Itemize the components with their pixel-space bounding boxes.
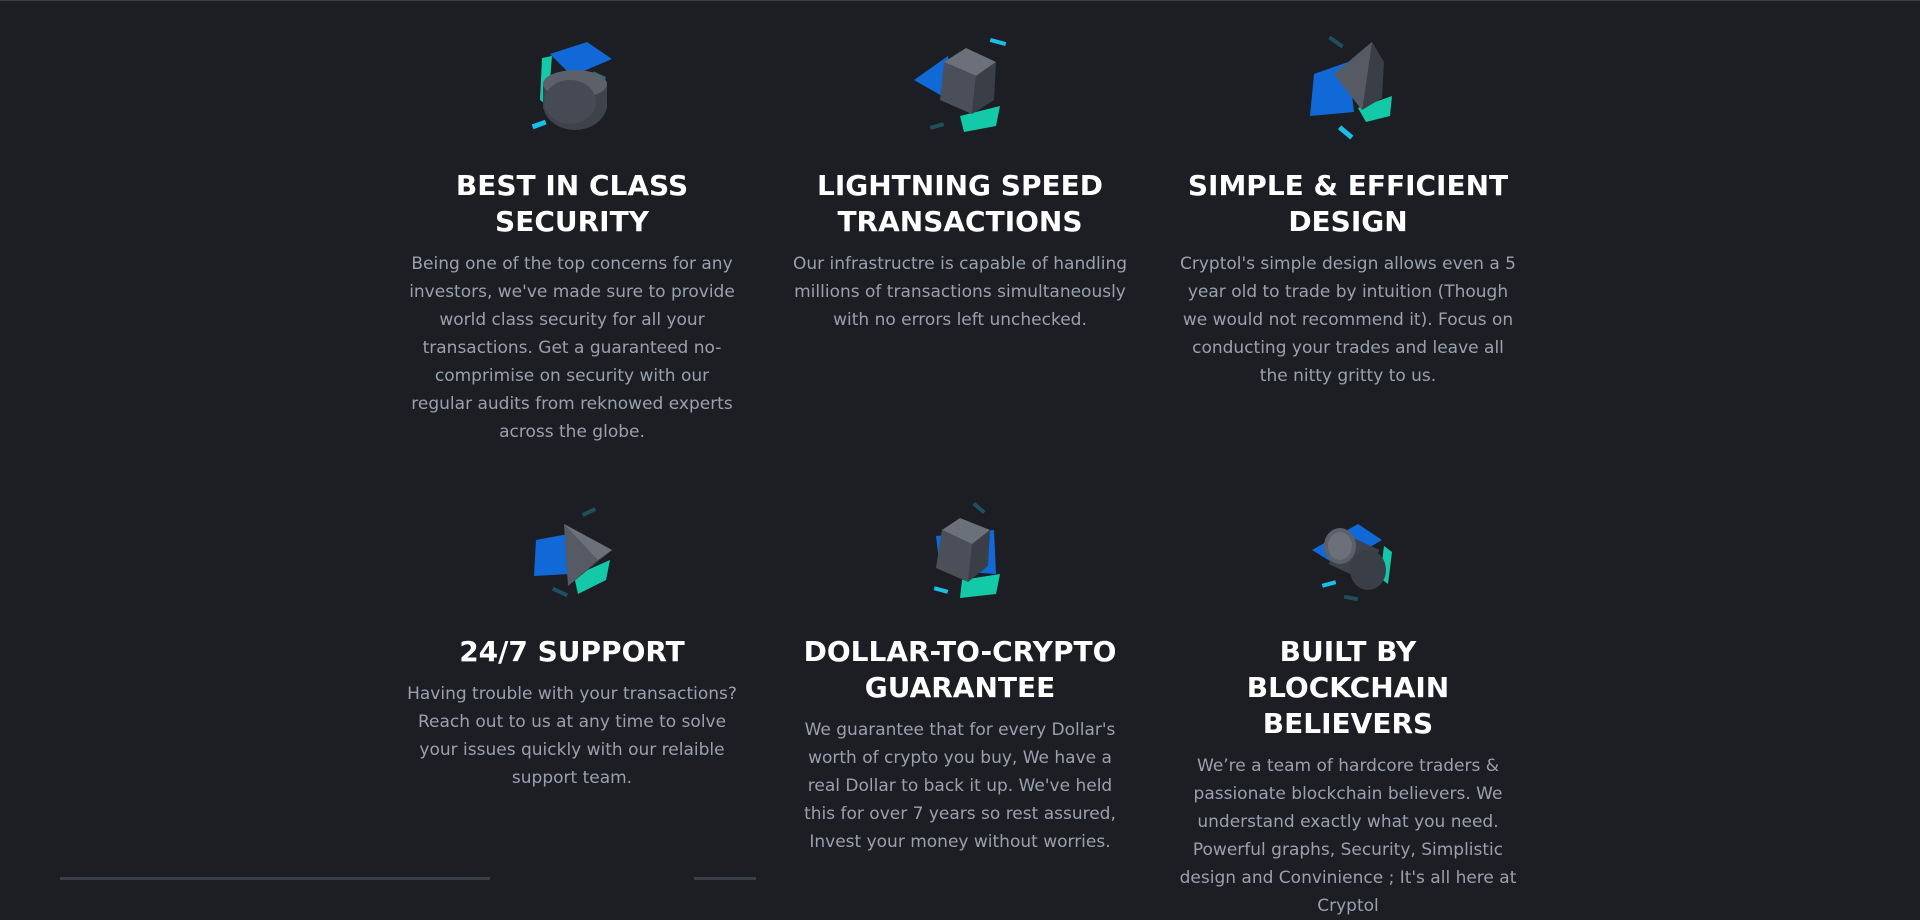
cube-icon <box>933 501 1000 598</box>
feature-support: 24/7 SUPPORT Having trouble with your tr… <box>402 500 742 792</box>
feature-title: DOLLAR-TO-CRYPTO GUARANTEE <box>803 635 1117 704</box>
feature-description: We guarantee that for every Dollar's wor… <box>804 720 1116 852</box>
feature-description: Having trouble with your transactions? R… <box>407 684 737 788</box>
feature-title: BEST IN CLASS SECURITY <box>455 169 689 238</box>
cube-icon <box>914 37 1007 132</box>
features-grid: BEST IN CLASS SECURITY Being one of the … <box>0 0 1920 916</box>
cylinder-icon <box>531 42 612 130</box>
feature-speed: LIGHTNING SPEED TRANSACTIONS Our infrast… <box>790 34 1130 334</box>
feature-title: SIMPLE & EFFICIENT DESIGN <box>1187 169 1509 238</box>
feature-description: Our infrastructre is capable of handling… <box>792 254 1128 330</box>
feature-believers: BUILT BY BLOCKCHAIN BELIEVERS We’re a te… <box>1178 500 1518 920</box>
pyramid-icon <box>534 507 612 598</box>
feature-description: Being one of the top concerns for any in… <box>409 254 735 442</box>
pyramid-icon <box>1310 35 1392 140</box>
feature-title: LIGHTNING SPEED TRANSACTIONS <box>817 169 1103 238</box>
feature-title: BUILT BY BLOCKCHAIN BELIEVERS <box>1246 635 1450 740</box>
feature-title: 24/7 SUPPORT <box>459 635 685 668</box>
feature-description: Cryptol's simple design allows even a 5 … <box>1180 254 1516 386</box>
feature-description: We’re a team of hardcore traders & passi… <box>1179 756 1517 916</box>
feature-design: SIMPLE & EFFICIENT DESIGN Cryptol's simp… <box>1178 34 1518 390</box>
cylinder-icon <box>1312 524 1392 602</box>
feature-guarantee: DOLLAR-TO-CRYPTO GUARANTEE We guarantee … <box>790 500 1130 856</box>
feature-security: BEST IN CLASS SECURITY Being one of the … <box>402 34 742 446</box>
